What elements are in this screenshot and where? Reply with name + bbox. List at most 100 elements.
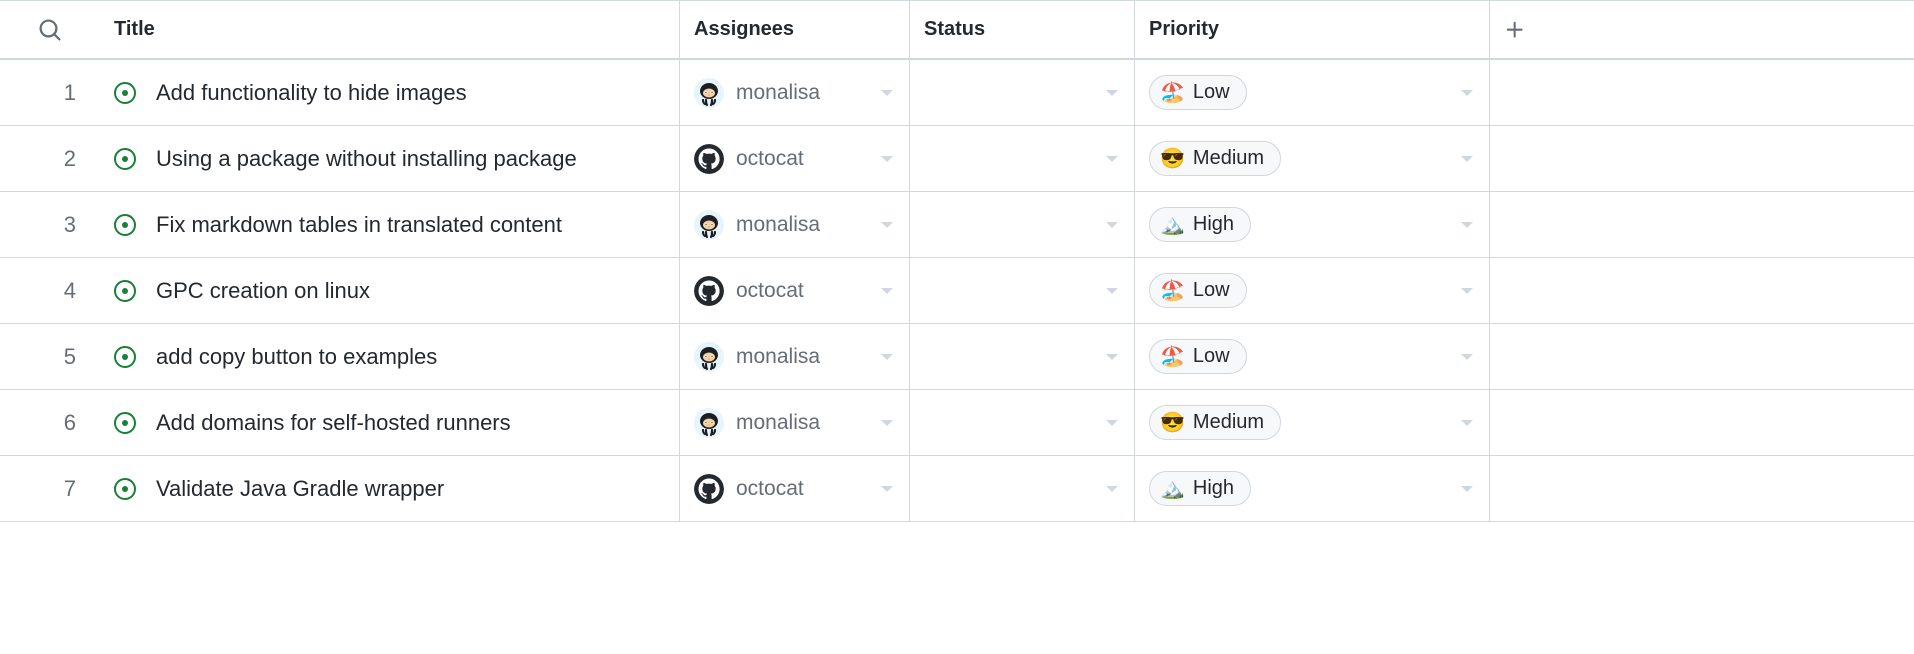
- column-header-status[interactable]: Status: [910, 1, 1135, 58]
- assignees-cell[interactable]: monalisa: [680, 324, 910, 389]
- issue-title: Using a package without installing packa…: [156, 146, 577, 172]
- table-header-row: Title Assignees Status Priority: [0, 0, 1914, 60]
- title-cell[interactable]: GPC creation on linux: [100, 258, 680, 323]
- chevron-down-icon: [1106, 486, 1118, 492]
- table-row[interactable]: 6Add domains for self-hosted runners mona…: [0, 390, 1914, 456]
- chevron-down-icon: [881, 222, 893, 228]
- table-row[interactable]: 3Fix markdown tables in translated conte…: [0, 192, 1914, 258]
- avatar: [694, 474, 724, 504]
- column-header-assignees[interactable]: Assignees: [680, 1, 910, 58]
- assignee-name: monalisa: [736, 345, 820, 369]
- table-row[interactable]: 5 add copy button to examples monalisa 🏖️Lo…: [0, 324, 1914, 390]
- avatar: [694, 210, 724, 240]
- column-header-priority[interactable]: Priority: [1135, 1, 1490, 58]
- project-table: Title Assignees Status Priority 1Add fun…: [0, 0, 1914, 522]
- issue-title: Add functionality to hide images: [156, 80, 467, 106]
- row-number: 6: [0, 390, 100, 455]
- title-cell[interactable]: Validate Java Gradle wrapper: [100, 456, 680, 521]
- assignee-name: octocat: [736, 147, 804, 171]
- chevron-down-icon: [881, 486, 893, 492]
- avatar: [694, 276, 724, 306]
- table-row[interactable]: 7Validate Java Gradle wrapperoctocat 🏔️Hi…: [0, 456, 1914, 522]
- status-cell[interactable]: [910, 390, 1135, 455]
- priority-cell[interactable]: 😎 Medium: [1135, 390, 1490, 455]
- trailing-cell: [1490, 192, 1914, 257]
- table-row[interactable]: 2 Using a package without installing pack…: [0, 126, 1914, 192]
- priority-cell[interactable]: 😎 Medium: [1135, 126, 1490, 191]
- priority-cell[interactable]: 🏖️ Low: [1135, 60, 1490, 125]
- chevron-down-icon: [1106, 156, 1118, 162]
- priority-emoji-icon: 🏔️: [1160, 476, 1185, 501]
- status-cell[interactable]: [910, 456, 1135, 521]
- chevron-down-icon: [1461, 90, 1473, 96]
- chevron-down-icon: [1461, 420, 1473, 426]
- priority-pill: 🏔️High: [1149, 207, 1251, 242]
- chevron-down-icon: [1106, 222, 1118, 228]
- column-header-label: Priority: [1149, 18, 1219, 41]
- title-cell[interactable]: Add functionality to hide images: [100, 60, 680, 125]
- column-header-title[interactable]: Title: [100, 1, 680, 58]
- chevron-down-icon: [1461, 222, 1473, 228]
- priority-label: High: [1193, 213, 1234, 236]
- chevron-down-icon: [1106, 288, 1118, 294]
- priority-emoji-icon: 😎: [1160, 146, 1185, 171]
- column-header-label: Status: [924, 18, 985, 41]
- avatar: [694, 408, 724, 438]
- priority-pill: 🏖️Low: [1149, 339, 1247, 374]
- table-row[interactable]: 4 GPC creation on linux octocat 🏖️Low: [0, 258, 1914, 324]
- row-number: 3: [0, 192, 100, 257]
- assignees-cell[interactable]: monalisa: [680, 60, 910, 125]
- title-cell[interactable]: add copy button to examples: [100, 324, 680, 389]
- column-header-label: Title: [114, 18, 155, 41]
- column-header-label: Assignees: [694, 18, 794, 41]
- assignees-cell[interactable]: monalisa: [680, 192, 910, 257]
- assignee-name: monalisa: [736, 411, 820, 435]
- search-header-cell[interactable]: [0, 1, 100, 58]
- priority-label: Low: [1193, 81, 1230, 104]
- priority-emoji-icon: 🏖️: [1160, 80, 1185, 105]
- assignees-cell[interactable]: octocat: [680, 258, 910, 323]
- plus-icon: [1504, 19, 1526, 41]
- search-icon: [38, 18, 62, 42]
- issue-open-icon: [114, 412, 136, 434]
- status-cell[interactable]: [910, 258, 1135, 323]
- avatar: [694, 144, 724, 174]
- status-cell[interactable]: [910, 324, 1135, 389]
- priority-pill: 🏖️Low: [1149, 273, 1247, 308]
- assignees-cell[interactable]: octocat: [680, 456, 910, 521]
- issue-title: add copy button to examples: [156, 344, 437, 370]
- status-cell[interactable]: [910, 60, 1135, 125]
- table-row[interactable]: 1Add functionality to hide imagesmonalis…: [0, 60, 1914, 126]
- chevron-down-icon: [1461, 354, 1473, 360]
- row-number: 5: [0, 324, 100, 389]
- assignees-cell[interactable]: octocat: [680, 126, 910, 191]
- trailing-cell: [1490, 324, 1914, 389]
- issue-title: GPC creation on linux: [156, 278, 370, 304]
- priority-cell[interactable]: 🏔️High: [1135, 456, 1490, 521]
- avatar: [694, 78, 724, 108]
- row-number: 4: [0, 258, 100, 323]
- priority-cell[interactable]: 🏖️Low: [1135, 324, 1490, 389]
- row-number: 7: [0, 456, 100, 521]
- title-cell[interactable]: Add domains for self-hosted runners: [100, 390, 680, 455]
- priority-pill: 😎 Medium: [1149, 405, 1281, 440]
- assignee-name: monalisa: [736, 81, 820, 105]
- priority-label: Medium: [1193, 147, 1264, 170]
- priority-cell[interactable]: 🏖️Low: [1135, 258, 1490, 323]
- priority-emoji-icon: 😎: [1160, 410, 1185, 435]
- chevron-down-icon: [881, 90, 893, 96]
- title-cell[interactable]: Using a package without installing packa…: [100, 126, 680, 191]
- assignee-name: octocat: [736, 279, 804, 303]
- priority-cell[interactable]: 🏔️High: [1135, 192, 1490, 257]
- assignee-name: monalisa: [736, 213, 820, 237]
- chevron-down-icon: [1461, 156, 1473, 162]
- chevron-down-icon: [881, 156, 893, 162]
- row-number: 2: [0, 126, 100, 191]
- status-cell[interactable]: [910, 126, 1135, 191]
- chevron-down-icon: [1461, 486, 1473, 492]
- priority-label: Medium: [1193, 411, 1264, 434]
- title-cell[interactable]: Fix markdown tables in translated conten…: [100, 192, 680, 257]
- assignees-cell[interactable]: monalisa: [680, 390, 910, 455]
- status-cell[interactable]: [910, 192, 1135, 257]
- add-column-button[interactable]: [1490, 1, 1914, 58]
